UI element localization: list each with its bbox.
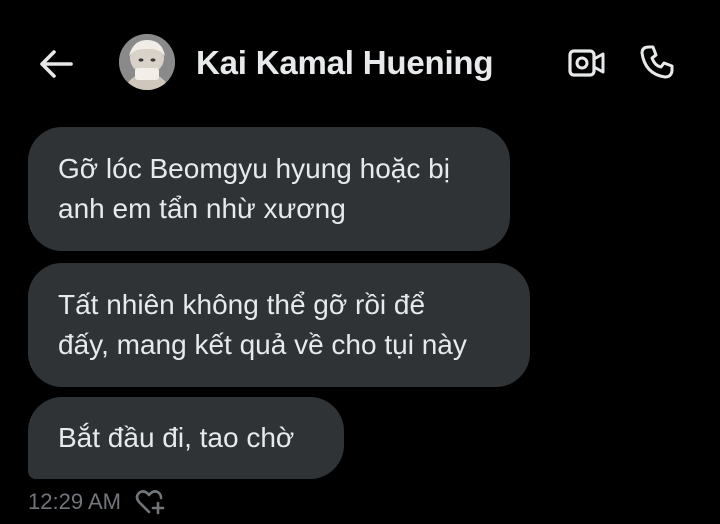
message-text: Bắt đầu đi, tao chờ <box>58 422 295 453</box>
timestamp: 12:29 AM <box>28 489 121 514</box>
message-bubble[interactable]: Gỡ lóc Beomgyu hyung hoặc bị anh em tẩn … <box>28 127 510 251</box>
arrow-left-icon <box>40 50 73 78</box>
back-button[interactable] <box>36 44 76 84</box>
message-text: anh em tẩn nhừ xương <box>58 193 346 224</box>
message-meta: 12:29 AM <box>28 488 165 516</box>
video-call-button[interactable] <box>566 44 608 82</box>
conversation-header: Kai Kamal Huening <box>0 0 720 120</box>
phone-icon <box>640 45 674 79</box>
avatar[interactable] <box>119 34 175 90</box>
contact-name[interactable]: Kai Kamal Huening <box>196 44 494 82</box>
heart-plus-icon <box>135 490 165 515</box>
message-bubble[interactable]: Tất nhiên không thể gỡ rồi để đấy, mang … <box>28 263 530 387</box>
message-text: Gỡ lóc Beomgyu hyung hoặc bị <box>58 153 450 184</box>
video-camera-icon <box>568 49 605 77</box>
message-text: đấy, mang kết quả về cho tụi này <box>58 329 467 360</box>
message-bubble[interactable]: Bắt đầu đi, tao chờ <box>28 397 344 479</box>
avatar-image <box>119 34 175 90</box>
message-text: Tất nhiên không thể gỡ rồi để <box>58 289 426 320</box>
add-reaction-button[interactable] <box>135 488 165 516</box>
voice-call-button[interactable] <box>636 42 678 82</box>
